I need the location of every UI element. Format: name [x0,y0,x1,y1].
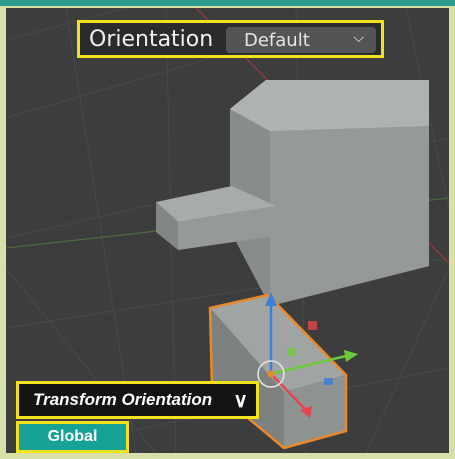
orientation-dropdown[interactable]: Default ⌵ [226,27,376,53]
image-frame: Orientation Default ⌵ Transform Orientat… [0,0,455,459]
chevron-down-icon: ∨ [233,390,248,412]
chevron-down-icon: ⌵ [353,29,364,45]
orientation-header: Orientation Default ⌵ [77,20,384,58]
orientation-value: Default [244,29,310,51]
frame-accent-strip [0,0,455,6]
large-cube[interactable] [230,80,429,306]
global-option-badge[interactable]: Global [16,421,129,453]
orientation-label: Orientation [89,26,214,52]
transform-orientation-label: Transform Orientation [33,390,213,409]
global-label: Global [47,428,98,445]
transform-orientation-callout: Transform Orientation ∨ [16,381,259,419]
